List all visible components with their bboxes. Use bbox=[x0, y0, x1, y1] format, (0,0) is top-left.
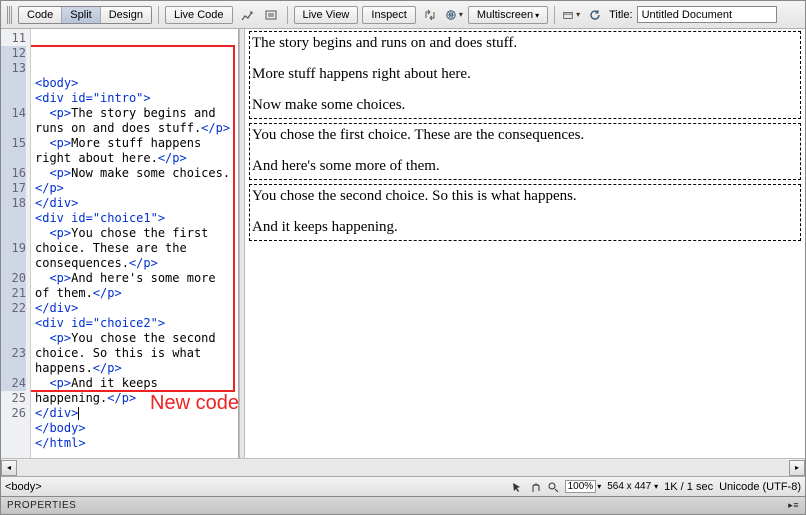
title-field: Title: bbox=[609, 6, 776, 23]
design-pane: The story begins and runs on and does st… bbox=[245, 29, 805, 458]
annotation-label: New code bbox=[150, 392, 239, 415]
refresh-icon[interactable] bbox=[585, 5, 605, 25]
design-block-choice1[interactable]: You chose the first choice. These are th… bbox=[249, 123, 801, 180]
zoom-select[interactable]: 100% bbox=[565, 480, 597, 493]
design-paragraph[interactable]: Now make some choices. bbox=[252, 97, 798, 114]
tag-selector-bar: <body> 100%▾ 564 x 447▾ 1K / 1 sec Unico… bbox=[1, 476, 805, 496]
hand-tool-icon[interactable] bbox=[529, 481, 541, 493]
file-size-time: 1K / 1 sec bbox=[664, 481, 713, 493]
inspect-button[interactable]: Inspect bbox=[362, 6, 415, 24]
browser-preview-icon[interactable] bbox=[444, 5, 464, 25]
title-label: Title: bbox=[609, 9, 632, 21]
zoom-tool-icon[interactable] bbox=[547, 481, 559, 493]
line-gutter: 11121314151617181920212223242526 bbox=[1, 29, 31, 458]
split-view-button[interactable]: Split bbox=[62, 7, 100, 23]
main-toolbar: Code Split Design Live Code Live View In… bbox=[1, 1, 805, 29]
design-canvas[interactable]: The story begins and runs on and does st… bbox=[245, 29, 805, 458]
scroll-track[interactable] bbox=[17, 460, 789, 476]
design-paragraph[interactable]: You chose the second choice. So this is … bbox=[252, 188, 798, 205]
orientation-icon[interactable] bbox=[420, 5, 440, 25]
title-input[interactable] bbox=[637, 6, 777, 23]
scroll-left-icon[interactable]: ◂ bbox=[1, 460, 17, 476]
live-code-button[interactable]: Live Code bbox=[165, 6, 233, 24]
design-view-button[interactable]: Design bbox=[101, 7, 151, 23]
encoding-label: Unicode (UTF-8) bbox=[719, 481, 801, 493]
code-view-button[interactable]: Code bbox=[19, 7, 62, 23]
canvas-dimensions: 564 x 447 bbox=[607, 481, 651, 492]
horizontal-scrollbar[interactable]: ◂ ▸ bbox=[1, 458, 805, 476]
design-block-intro[interactable]: The story begins and runs on and does st… bbox=[249, 31, 801, 119]
pointer-tool-icon[interactable] bbox=[511, 481, 523, 493]
visual-aids-icon[interactable] bbox=[561, 5, 581, 25]
grip-icon bbox=[7, 6, 12, 24]
design-paragraph[interactable]: And it keeps happening. bbox=[252, 219, 798, 236]
tool-icon-2[interactable] bbox=[261, 5, 281, 25]
live-view-button[interactable]: Live View bbox=[294, 6, 359, 24]
tool-icon-1[interactable] bbox=[237, 5, 257, 25]
design-paragraph[interactable]: The story begins and runs on and does st… bbox=[252, 35, 798, 52]
properties-label: PROPERTIES bbox=[7, 500, 76, 511]
design-paragraph[interactable]: More stuff happens right about here. bbox=[252, 66, 798, 83]
design-block-choice2[interactable]: You chose the second choice. So this is … bbox=[249, 184, 801, 241]
properties-panel-header[interactable]: PROPERTIES ▸≡ bbox=[1, 496, 805, 514]
tag-path[interactable]: <body> bbox=[5, 481, 511, 493]
design-paragraph[interactable]: You chose the first choice. These are th… bbox=[252, 127, 798, 144]
scroll-right-icon[interactable]: ▸ bbox=[789, 460, 805, 476]
view-mode-segment: Code Split Design bbox=[18, 6, 152, 24]
split-area: 11121314151617181920212223242526 <body><… bbox=[1, 29, 805, 458]
multiscreen-button[interactable]: Multiscreen bbox=[468, 6, 548, 24]
design-paragraph[interactable]: And here's some more of them. bbox=[252, 158, 798, 175]
